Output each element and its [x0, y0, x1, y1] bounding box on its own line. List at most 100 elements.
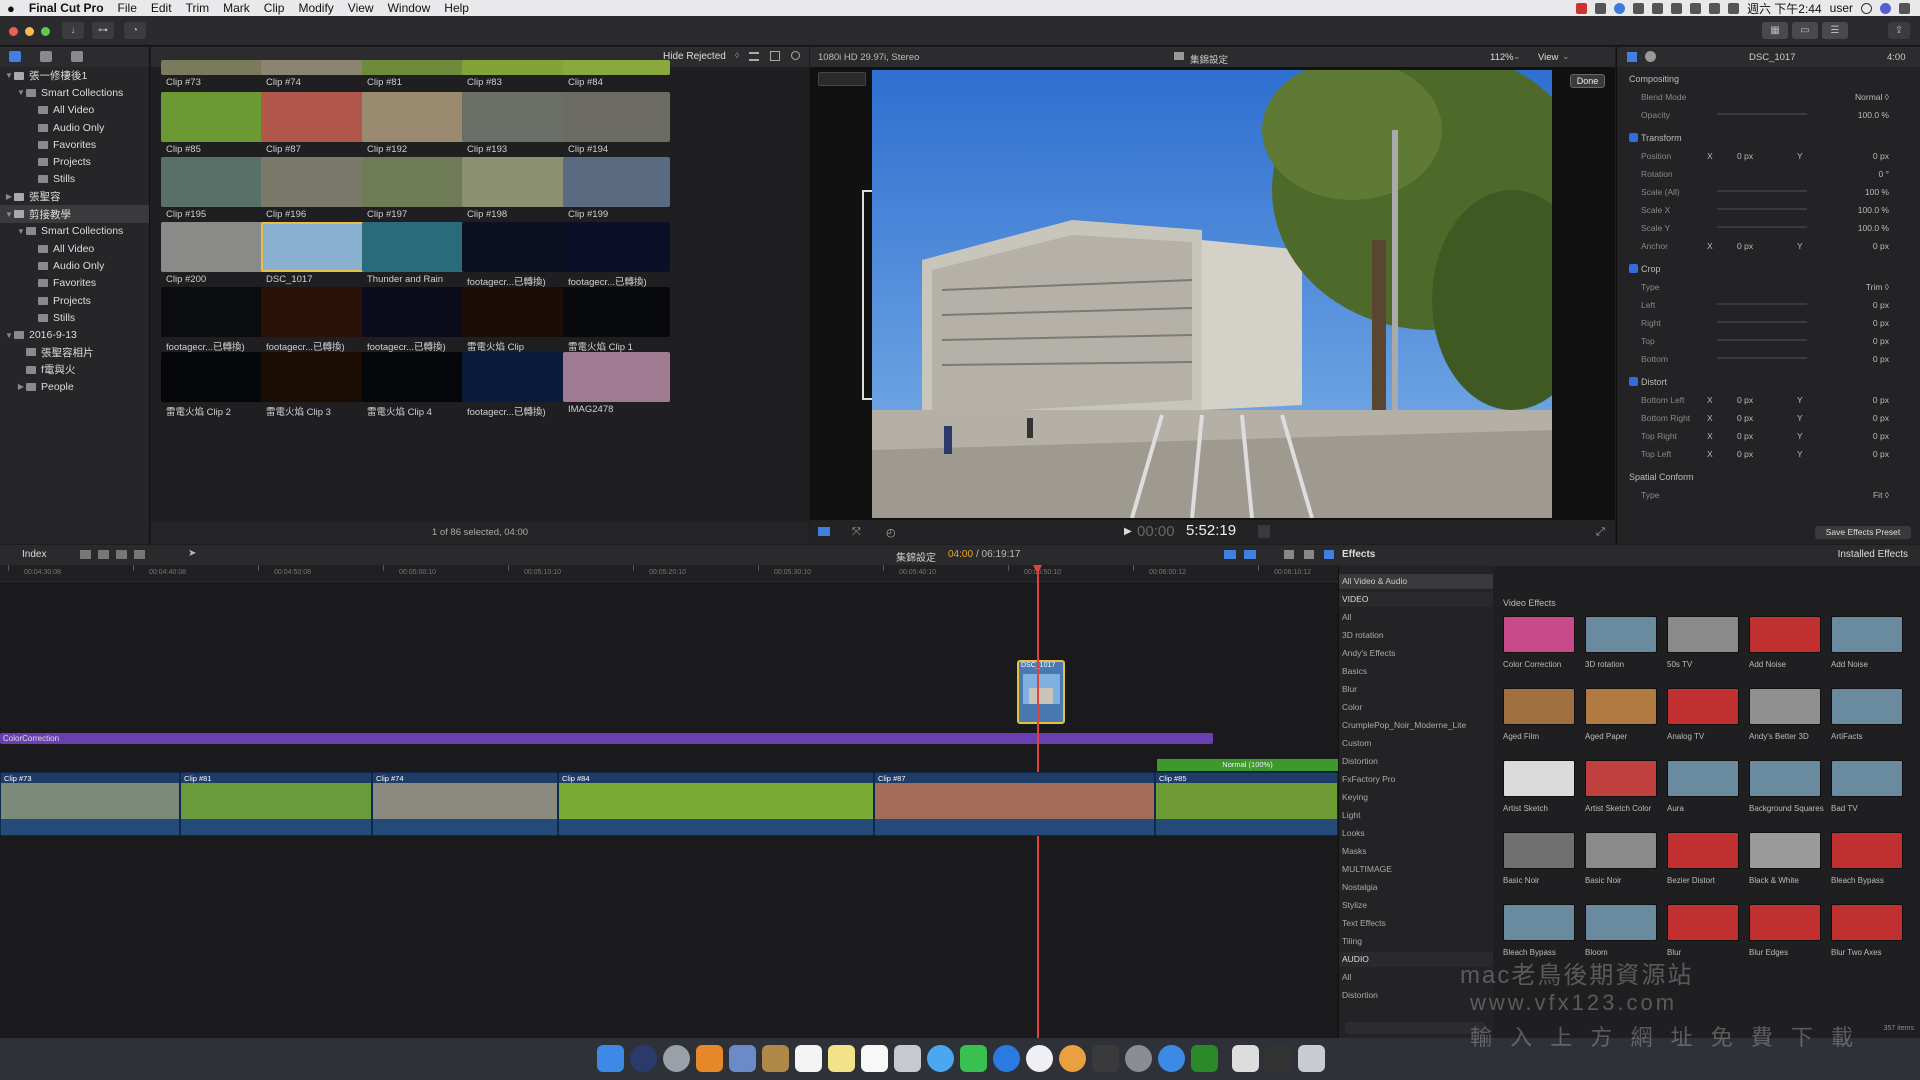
param-value[interactable]: 100.0 % [1858, 110, 1889, 120]
library-row[interactable]: Stills [0, 171, 149, 188]
status-dot-icon[interactable] [1613, 2, 1625, 14]
bluetooth-icon[interactable] [1651, 2, 1663, 14]
done-button[interactable]: Done [1570, 74, 1605, 88]
library-row[interactable]: Audio Only [0, 119, 149, 136]
inspector-param[interactable]: Scale Y 100.0 % [1617, 219, 1920, 237]
inspector-param[interactable]: Bottom 0 px [1617, 350, 1920, 368]
inspector-param[interactable]: Blend Mode Normal ◊ [1617, 88, 1920, 106]
safari-icon[interactable] [1158, 1045, 1185, 1072]
clip-thumbnail[interactable] [261, 157, 368, 207]
effect-thumbnail[interactable] [1585, 760, 1657, 797]
menu-help[interactable]: Help [437, 1, 476, 15]
list-view-icon[interactable] [749, 52, 759, 61]
clip-appearance-icon[interactable] [1304, 550, 1314, 559]
overwrite-clip-icon[interactable] [134, 550, 145, 559]
close-window-button[interactable] [9, 27, 18, 36]
index-button[interactable]: Index [22, 549, 46, 560]
x-value[interactable]: 0 px [1737, 413, 1753, 423]
status-grid-icon[interactable] [1594, 2, 1606, 14]
clip-appearance-icon[interactable] [770, 51, 780, 61]
library-row[interactable]: ▼ Smart Collections [0, 84, 149, 101]
show-timeline-button[interactable]: ▭ [1792, 22, 1818, 39]
param-value[interactable]: 0 px [1873, 336, 1889, 346]
menu-window[interactable]: Window [381, 1, 438, 15]
effects-category[interactable]: Blur [1339, 682, 1494, 697]
effect-thumbnail[interactable] [1831, 760, 1903, 797]
siri-icon[interactable] [1880, 2, 1891, 14]
enable-checkbox[interactable] [1629, 264, 1638, 273]
clip-thumbnail[interactable] [462, 352, 569, 402]
timeline-clip[interactable]: Clip #73 [0, 772, 180, 836]
titles-generators-icon[interactable] [71, 51, 83, 62]
clip-thumbnail[interactable] [161, 60, 268, 75]
inspector-param[interactable]: Scale (All) 100 % [1617, 183, 1920, 201]
effects-category[interactable]: Stylize [1339, 898, 1494, 913]
keychain-icon[interactable] [1232, 1045, 1259, 1072]
clip-thumbnail[interactable] [462, 157, 569, 207]
effect-thumbnail[interactable] [1585, 688, 1657, 725]
siri-dock-icon[interactable] [630, 1045, 657, 1072]
play-button[interactable]: ▶ [1124, 526, 1132, 537]
clip-thumbnail[interactable] [161, 92, 268, 142]
x-value[interactable]: 0 px [1737, 241, 1753, 251]
libraries-icon[interactable] [9, 51, 21, 62]
menu-view[interactable]: View [341, 1, 381, 15]
effect-thumbnail[interactable] [1503, 688, 1575, 725]
audio-skimming-icon[interactable] [1224, 550, 1236, 559]
y-value[interactable]: 0 px [1873, 413, 1889, 423]
effect-thumbnail[interactable] [1503, 832, 1575, 869]
disclosure-closed-icon[interactable]: ▶ [4, 192, 14, 201]
app-menu[interactable]: Final Cut Pro [22, 1, 111, 15]
library-row[interactable]: ▼ 剪接教學 [0, 205, 149, 223]
clip-thumbnail[interactable] [462, 92, 569, 142]
normal-blend-label-bar[interactable]: Normal (100%) [1157, 759, 1338, 771]
installed-effects-menu[interactable]: Installed Effects [1838, 549, 1908, 560]
clip-thumbnail[interactable] [362, 60, 469, 75]
effects-category[interactable]: All Video & Audio [1339, 574, 1494, 589]
clip-thumbnail[interactable] [261, 92, 368, 142]
clip-thumbnail[interactable] [462, 222, 569, 272]
video-inspector-icon[interactable] [1627, 52, 1637, 62]
terminal-icon[interactable] [1191, 1045, 1218, 1072]
clip-thumbnail[interactable] [161, 352, 268, 402]
show-inspector-button[interactable]: ☰ [1822, 22, 1848, 39]
calendar-icon[interactable] [795, 1045, 822, 1072]
menu-trim[interactable]: Trim [179, 1, 217, 15]
inspector-param[interactable]: Top 0 px [1617, 332, 1920, 350]
y-value[interactable]: 0 px [1873, 151, 1889, 161]
y-value[interactable]: 0 px [1873, 241, 1889, 251]
clip-thumbnail[interactable] [261, 60, 368, 75]
effect-thumbnail[interactable] [1667, 616, 1739, 653]
clip-thumbnail[interactable] [362, 92, 469, 142]
menu-file[interactable]: File [111, 1, 144, 15]
library-row[interactable]: Projects [0, 292, 149, 309]
effect-thumbnail[interactable] [1749, 760, 1821, 797]
photo-booth-icon[interactable] [894, 1045, 921, 1072]
clip-thumbnail[interactable] [362, 157, 469, 207]
input-menu-icon[interactable] [1727, 2, 1739, 14]
timecode-display[interactable]: 5:52:19 [1186, 522, 1236, 539]
inspector-param[interactable]: Type Trim ◊ [1617, 278, 1920, 296]
library-row[interactable]: Favorites [0, 275, 149, 292]
app-store-icon[interactable] [993, 1045, 1020, 1072]
effects-category[interactable]: Text Effects [1339, 916, 1494, 931]
effects-category[interactable]: MULTIMAGE [1339, 862, 1494, 877]
param-slider[interactable] [1717, 357, 1807, 359]
notes-icon[interactable] [828, 1045, 855, 1072]
param-value[interactable]: 100 % [1865, 187, 1889, 197]
effects-category[interactable]: Keying [1339, 790, 1494, 805]
trash-icon[interactable] [1298, 1045, 1325, 1072]
disclosure-open-icon[interactable]: ▼ [4, 210, 14, 219]
effect-thumbnail[interactable] [1585, 616, 1657, 653]
insert-clip-icon[interactable] [98, 550, 109, 559]
clip-thumbnail[interactable] [462, 287, 569, 337]
menubar-clock[interactable]: 週六 下午2:44 [1747, 0, 1822, 17]
library-row[interactable]: Favorites [0, 136, 149, 153]
solo-icon[interactable] [1244, 550, 1256, 559]
effects-category[interactable]: Light [1339, 808, 1494, 823]
library-row[interactable]: All Video [0, 102, 149, 119]
inspector-param[interactable]: Bottom Left X 0 px Y 0 px [1617, 391, 1920, 409]
search-icon[interactable] [791, 51, 800, 60]
param-slider[interactable] [1717, 321, 1807, 323]
show-browser-button[interactable]: ▦ [1762, 22, 1788, 39]
